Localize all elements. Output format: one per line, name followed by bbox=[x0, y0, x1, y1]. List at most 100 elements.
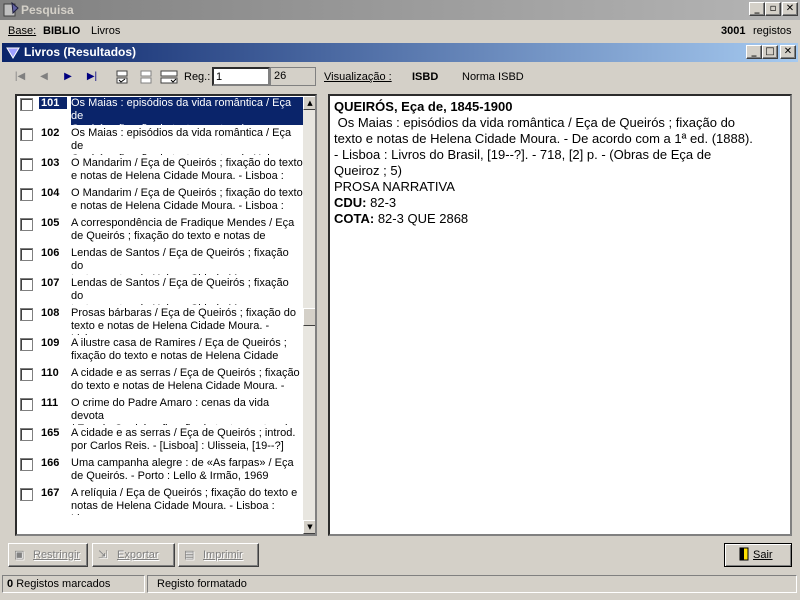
record-checkbox[interactable] bbox=[20, 248, 33, 261]
list-scrollbar[interactable]: ▲ ▼ bbox=[303, 96, 315, 534]
record-summary: Os Maias : episódios da vida romântica /… bbox=[71, 127, 303, 155]
record-summary-line: de Queirós. - Porto : Lello & Irmão, 196… bbox=[71, 470, 269, 482]
first-record-icon[interactable]: |◀ bbox=[12, 70, 28, 84]
record-checkbox[interactable] bbox=[20, 428, 33, 441]
list-item[interactable]: 106 Lendas de Santos / Eça de Queirós ; f… bbox=[17, 246, 304, 276]
record-checkbox[interactable] bbox=[20, 368, 33, 381]
results-maximize-button[interactable]: □ bbox=[762, 45, 778, 59]
record-checkbox[interactable] bbox=[20, 218, 33, 231]
record-detail-panel: QUEIRÓS, Eça de, 1845-1900 Os Maias : ep… bbox=[328, 94, 792, 536]
record-summary-line: Lendas de Santos / Eça de Queirós ; fixa… bbox=[71, 247, 289, 272]
record-checkbox[interactable] bbox=[20, 338, 33, 351]
list-item[interactable]: 102 Os Maias : episódios da vida romântic… bbox=[17, 126, 304, 156]
record-summary-line: A cidade e as serras / Eça de Queirós ; … bbox=[71, 367, 300, 379]
format-label: Registo formatado bbox=[157, 578, 247, 590]
record-checkbox[interactable] bbox=[20, 278, 33, 291]
record-summary-line: texto e notas de Helena Cidade Moura. - … bbox=[71, 273, 303, 275]
status-bar: 0 Registos marcados Registo formatado bbox=[0, 574, 800, 593]
results-close-button[interactable]: ✕ bbox=[780, 45, 796, 59]
minimize-button[interactable]: _ bbox=[749, 2, 765, 16]
list-item[interactable]: 105 A correspondência de Fradique Mendes … bbox=[17, 216, 304, 246]
record-summary-line: Uma campanha alegre : de «As farpas» / E… bbox=[71, 457, 294, 469]
record-number: 165 bbox=[41, 427, 60, 439]
restore-button[interactable]: ▫ bbox=[765, 2, 781, 16]
close-button[interactable]: ✕ bbox=[782, 2, 798, 16]
list-item[interactable]: 108 Prosas bárbaras / Eça de Queirós ; fi… bbox=[17, 306, 304, 336]
record-summary: A cidade e as serras / Eça de Queirós ; … bbox=[71, 367, 303, 395]
scroll-down-icon[interactable]: ▼ bbox=[303, 520, 315, 534]
restringir-button[interactable]: ▣ Restringir bbox=[8, 543, 88, 567]
base-type: Livros bbox=[91, 25, 121, 37]
app-logo-icon bbox=[3, 2, 19, 17]
record-checkbox[interactable] bbox=[20, 458, 33, 471]
previous-record-icon[interactable]: ◀ bbox=[36, 70, 52, 84]
app-title: Pesquisa bbox=[21, 3, 74, 17]
record-summary: A correspondência de Fradique Mendes / E… bbox=[71, 217, 303, 245]
record-number: 111 bbox=[41, 397, 59, 409]
sair-button[interactable]: Sair bbox=[724, 543, 792, 567]
record-summary-line: Prosas bárbaras / Eça de Queirós ; fixaç… bbox=[71, 307, 297, 319]
printer-icon: ▤ bbox=[184, 549, 195, 561]
record-summary-line: do texto e notas de Helena Cidade Moura.… bbox=[71, 380, 285, 392]
record-summary: O Mandarim / Eça de Queirós ; fixação do… bbox=[71, 157, 303, 185]
reg-input[interactable] bbox=[212, 67, 270, 86]
record-checkbox[interactable] bbox=[20, 188, 33, 201]
scroll-thumb[interactable] bbox=[303, 308, 315, 326]
record-summary: A cidade e as serras / Eça de Queirós ; … bbox=[71, 427, 303, 455]
list-item[interactable]: 167 A relíquia / Eça de Queirós ; fixação… bbox=[17, 486, 304, 516]
record-summary-line: e notas de Helena Cidade Moura. - Lisboa… bbox=[71, 170, 284, 182]
list-item[interactable]: 111 O crime do Padre Amaro : cenas da vid… bbox=[17, 396, 304, 426]
record-summary-line: Os Maias : episódios da vida romântica /… bbox=[71, 97, 292, 122]
results-window-titlebar: Livros (Resultados) _ □ ✕ bbox=[2, 43, 798, 62]
list-item[interactable]: 166 Uma campanha alegre : de «As farpas» … bbox=[17, 456, 304, 486]
list-item[interactable]: 103 O Mandarim / Eça de Queirós ; fixação… bbox=[17, 156, 304, 186]
record-summary-line: A relíquia / Eça de Queirós ; fixação do… bbox=[71, 487, 298, 499]
record-summary-line: O crime do Padre Amaro : cenas da vida d… bbox=[71, 397, 270, 422]
record-summary-line: O Mandarim / Eça de Queirós ; fixação do… bbox=[71, 187, 303, 199]
record-summary-line: Queirós ; fixação do texto e notas de He… bbox=[71, 153, 303, 155]
filter-icon: ▣ bbox=[14, 549, 25, 561]
list-item[interactable]: 104 O Mandarim / Eça de Queirós ; fixação… bbox=[17, 186, 304, 216]
record-summary-line: fixação do texto e notas de Helena Cidad… bbox=[71, 350, 279, 362]
record-checkbox[interactable] bbox=[20, 128, 33, 141]
record-summary: Lendas de Santos / Eça de Queirós ; fixa… bbox=[71, 277, 303, 305]
record-checkbox[interactable] bbox=[20, 308, 33, 321]
mark-all-icon[interactable] bbox=[160, 70, 178, 84]
action-bar: ▣ Restringir ⇲ Exportar ▤ Imprimir Sair bbox=[2, 540, 798, 572]
record-number: 166 bbox=[41, 457, 60, 469]
cdu-label: CDU: bbox=[334, 195, 367, 210]
record-summary: Lendas de Santos / Eça de Queirós ; fixa… bbox=[71, 247, 303, 275]
imprimir-button[interactable]: ▤ Imprimir bbox=[178, 543, 259, 567]
cdu-value: 82-3 bbox=[370, 195, 397, 210]
list-item[interactable]: 165 A cidade e as serras / Eça de Queirós… bbox=[17, 426, 304, 456]
record-checkbox[interactable] bbox=[20, 158, 33, 171]
record-number: 108 bbox=[41, 307, 60, 319]
scroll-up-icon[interactable]: ▲ bbox=[303, 96, 315, 110]
format-status: Registo formatado bbox=[147, 575, 797, 593]
mark-record-icon[interactable] bbox=[114, 70, 130, 84]
unmark-record-icon[interactable] bbox=[138, 70, 154, 84]
record-checkbox[interactable] bbox=[20, 488, 33, 501]
next-record-icon[interactable]: ▶ bbox=[60, 70, 76, 84]
record-summary: Os Maias : episódios da vida romântica /… bbox=[71, 97, 303, 125]
results-window-icon bbox=[6, 47, 20, 59]
record-number: 109 bbox=[41, 337, 60, 349]
results-minimize-button[interactable]: _ bbox=[746, 45, 762, 59]
record-summary-line: notas de Helena Cidade Moura. - Lisboa :… bbox=[71, 500, 275, 515]
list-item[interactable]: 101 Os Maias : episódios da vida romântic… bbox=[17, 96, 304, 126]
list-item[interactable]: 110 A cidade e as serras / Eça de Queirós… bbox=[17, 366, 304, 396]
record-number: 107 bbox=[41, 277, 60, 289]
record-line: texto e notas de Helena Cidade Moura. - … bbox=[334, 131, 753, 146]
record-number: 101 bbox=[39, 97, 67, 109]
record-checkbox[interactable] bbox=[20, 98, 33, 111]
list-item[interactable]: 109 A ilustre casa de Ramires / Eça de Qu… bbox=[17, 336, 304, 366]
record-summary-line: O Mandarim / Eça de Queirós ; fixação do… bbox=[71, 157, 303, 169]
view-label: Visualização : bbox=[324, 71, 392, 83]
last-record-icon[interactable]: ▶| bbox=[84, 70, 100, 84]
cota-label: COTA: bbox=[334, 211, 375, 226]
view-format-select[interactable]: ISBD bbox=[412, 71, 438, 83]
record-checkbox[interactable] bbox=[20, 398, 33, 411]
reg-total: 26 bbox=[270, 67, 316, 86]
list-item[interactable]: 107 Lendas de Santos / Eça de Queirós ; f… bbox=[17, 276, 304, 306]
exportar-button[interactable]: ⇲ Exportar bbox=[92, 543, 175, 567]
